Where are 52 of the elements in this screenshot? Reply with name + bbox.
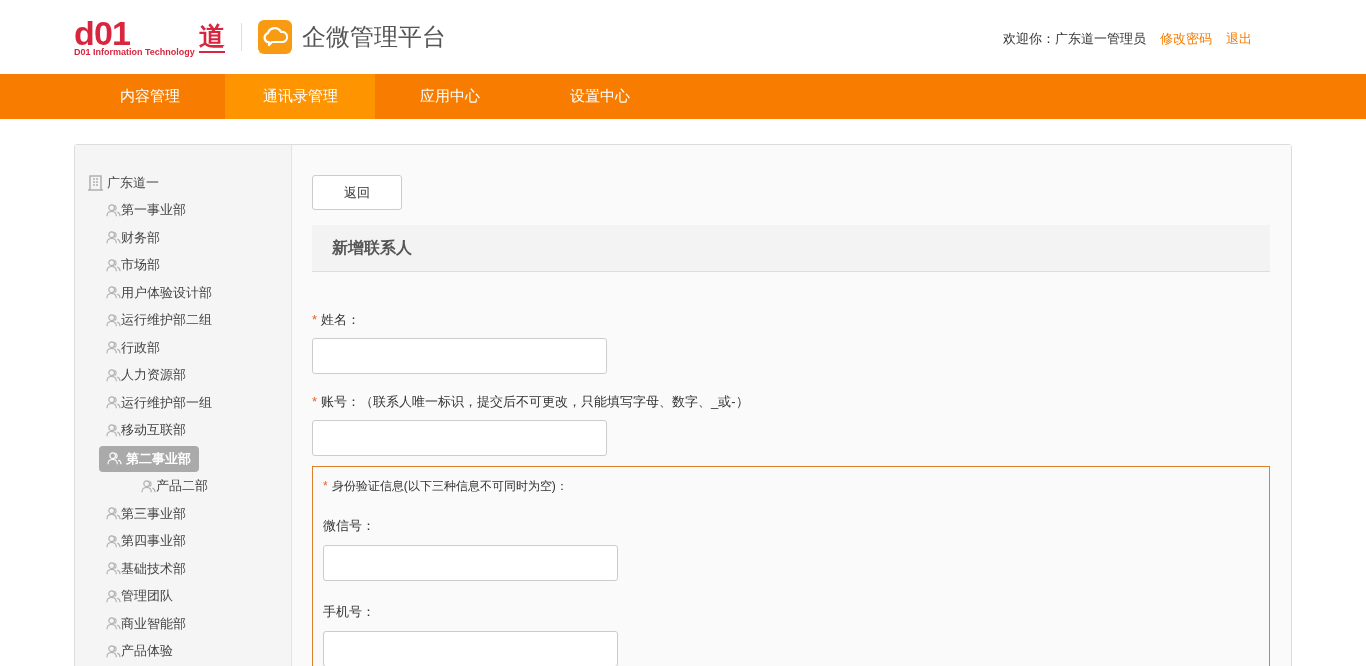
department-item[interactable]: 第三事业部 [106,500,186,527]
people-icon [106,367,121,383]
text-input[interactable] [323,631,618,666]
section-title: 新增联系人 [332,238,412,258]
people-icon [106,616,121,631]
people-icon [106,506,121,521]
people-icon [141,478,156,494]
required-mark: * [312,311,318,330]
field-label: 账号：（联系人唯一标识，提交后不可更改，只能填写字母、数字、_或-） [321,393,749,412]
people-icon [106,422,121,438]
department-item[interactable]: 市场部 [106,252,160,278]
people-icon [106,312,121,328]
text-input[interactable] [312,338,607,374]
department-item[interactable]: 用户体验设计部 [106,279,212,306]
group-label: 身份验证信息(以下三种信息不可同时为空)： [331,478,568,495]
people-icon [106,230,121,245]
department-item[interactable]: 产品二部 [141,473,208,499]
department-item[interactable]: 管理团队 [106,583,173,609]
department-item[interactable]: 运行维护部一组 [106,389,212,416]
people-icon [106,202,121,218]
people-icon [106,533,121,549]
field-label: 手机号： [323,604,375,619]
department-item[interactable]: 产品体验 [106,638,173,664]
people-icon [106,588,121,604]
department-item[interactable]: 运行维护部二组 [106,307,212,333]
welcome-text: 欢迎你：广东道一管理员 [1003,30,1146,49]
cloud-chat-icon [257,20,292,54]
text-input[interactable] [323,545,618,581]
department-item[interactable]: 人力资源部 [106,362,186,388]
required-mark: * [323,478,328,495]
back-button[interactable]: 返回 [312,175,402,210]
people-icon [106,257,121,273]
people-icon [106,285,121,300]
people-icon [107,451,122,466]
app-title: 企微管理平台 [301,22,446,52]
people-icon [106,643,121,659]
building-icon [88,175,103,191]
department-item[interactable]: 行政部 [106,334,160,361]
people-icon [106,340,121,355]
department-item[interactable]: 财务部 [106,224,160,251]
field-label: 微信号： [323,518,375,533]
people-icon [106,395,121,410]
required-mark: * [312,393,318,412]
department-item[interactable]: 第一事业部 [106,197,186,223]
field-label: 姓名： [321,311,361,330]
department-item[interactable]: 基础技术部 [106,555,186,582]
department-item[interactable]: 商业智能部 [106,610,186,637]
department-item[interactable]: 第四事业部 [106,528,186,554]
text-input[interactable] [312,420,607,456]
people-icon [106,561,121,576]
department-item[interactable]: 移动互联部 [106,417,186,443]
organization-root[interactable]: 广东道一 [107,173,159,193]
